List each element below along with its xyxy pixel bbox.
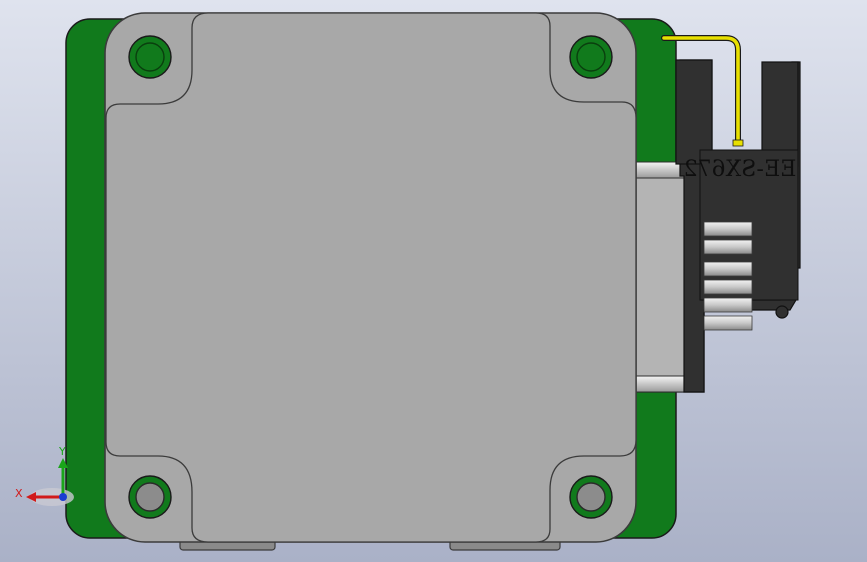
mounting-hole-top-left bbox=[128, 35, 172, 79]
motor-face-recess bbox=[105, 12, 637, 543]
mounting-hole-bottom-left bbox=[128, 475, 172, 519]
sensor-part-label: EE-SX672 bbox=[684, 157, 797, 182]
cad-viewport[interactable]: EE-SX672 Y X bbox=[0, 0, 867, 562]
axis-label-y: Y bbox=[58, 445, 66, 458]
cad-drawing[interactable]: EE-SX672 Y X bbox=[0, 0, 867, 562]
mounting-hole-bottom-right bbox=[569, 475, 613, 519]
mounting-hole-top-right bbox=[569, 35, 613, 79]
axis-label-x: X bbox=[15, 487, 23, 500]
